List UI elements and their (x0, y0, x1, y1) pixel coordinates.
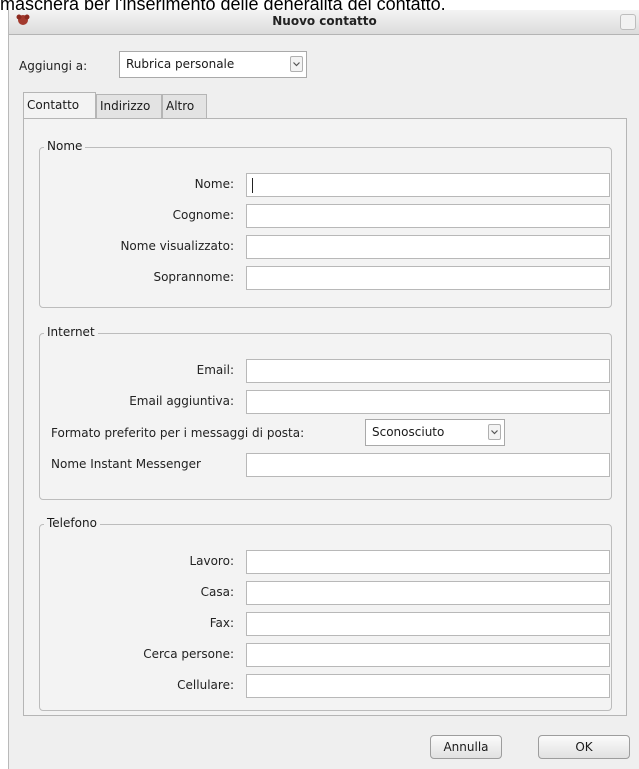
text-cursor (252, 178, 253, 193)
secondary-email-field[interactable] (246, 390, 610, 414)
title-bar[interactable]: Nuovo contatto (9, 10, 639, 35)
nickname-label: Soprannome: (153, 270, 234, 284)
mail-format-select[interactable]: Sconosciuto (365, 419, 505, 446)
close-icon[interactable] (620, 14, 636, 30)
pager-field[interactable] (246, 643, 610, 667)
mail-format-label: Formato preferito per i messaggi di post… (51, 426, 305, 440)
ok-button[interactable]: OK (538, 735, 630, 759)
tab-altro[interactable]: Altro (162, 94, 207, 118)
email-label: Email: (196, 363, 234, 377)
telefono-legend: Telefono (44, 516, 100, 530)
email-field[interactable] (246, 359, 610, 383)
last-name-field[interactable] (246, 204, 610, 228)
chevron-down-icon (488, 424, 501, 440)
chevron-down-icon (290, 56, 303, 72)
tab-panel-contatto: Nome Nome: Cognome: Nome visualizzato: S… (23, 118, 627, 716)
work-phone-field[interactable] (246, 550, 610, 574)
address-book-value: Rubrica personale (126, 57, 235, 71)
nome-legend: Nome (44, 139, 86, 153)
pager-label: Cerca persone: (143, 647, 234, 661)
nickname-field[interactable] (246, 266, 610, 290)
display-name-label: Nome visualizzato: (120, 239, 234, 253)
work-phone-label: Lavoro: (189, 554, 234, 568)
tab-indirizzo[interactable]: Indirizzo (96, 94, 162, 118)
mail-format-value: Sconosciuto (372, 425, 445, 439)
first-name-label: Nome: (194, 177, 234, 191)
address-book-select[interactable]: Rubrica personale (119, 51, 307, 78)
im-label: Nome Instant Messenger (51, 457, 201, 471)
cancel-button[interactable]: Annulla (430, 735, 502, 759)
last-name-label: Cognome: (172, 208, 234, 222)
home-phone-label: Casa: (200, 585, 234, 599)
window-title: Nuovo contatto (272, 14, 377, 28)
tab-contatto[interactable]: Contatto (23, 92, 96, 118)
internet-legend: Internet (44, 325, 98, 339)
display-name-field[interactable] (246, 235, 610, 259)
add-to-label: Aggiungi a: (19, 59, 88, 73)
first-name-field[interactable] (246, 173, 610, 197)
home-phone-field[interactable] (246, 581, 610, 605)
mobile-field[interactable] (246, 674, 610, 698)
im-field[interactable] (246, 453, 610, 477)
dialog-window: Nuovo contatto Aggiungi a: Rubrica perso… (8, 10, 639, 769)
fax-field[interactable] (246, 612, 610, 636)
fax-label: Fax: (209, 616, 234, 630)
mobile-label: Cellulare: (177, 678, 234, 692)
secondary-email-label: Email aggiuntiva: (129, 394, 234, 408)
